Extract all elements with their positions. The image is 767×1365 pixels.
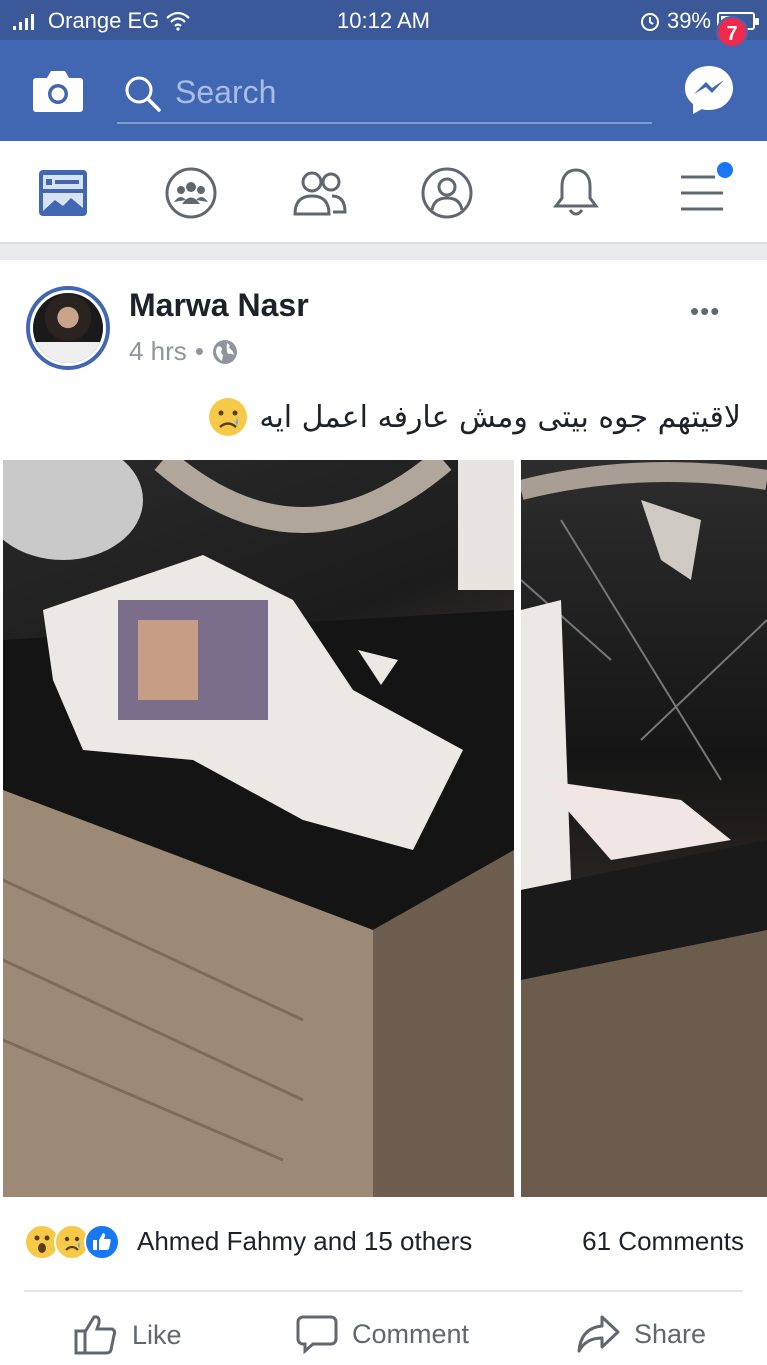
post-photo-1[interactable] — [3, 460, 514, 1197]
tab-notifications[interactable] — [546, 163, 606, 223]
camera-button[interactable] — [32, 66, 84, 114]
globe-icon — [212, 339, 237, 364]
tab-profile[interactable] — [417, 163, 477, 223]
profile-icon — [421, 167, 473, 219]
messenger-button[interactable] — [681, 62, 737, 118]
nav-tab-bar — [0, 141, 767, 244]
sad-tear-emoji — [209, 398, 248, 436]
search-bar[interactable]: Search — [117, 68, 652, 124]
camera-icon — [33, 71, 83, 112]
photo-2-image — [521, 462, 767, 1197]
search-placeholder: Search — [175, 74, 277, 110]
tab-news-feed[interactable] — [33, 163, 93, 223]
battery-percent: 39% — [666, 8, 711, 33]
like-outline-icon — [74, 1315, 117, 1355]
comment-label: Comment — [352, 1318, 470, 1349]
like-label: Like — [132, 1319, 182, 1350]
share-label: Share — [634, 1318, 707, 1349]
comment-button[interactable]: Comment — [296, 1314, 469, 1354]
reaction-names[interactable]: Ahmed Fahmy and 15 others — [137, 1226, 472, 1257]
menu-icon — [681, 175, 723, 211]
news-feed-icon — [39, 170, 87, 216]
reaction-icons — [24, 1224, 120, 1260]
post-photo-2[interactable] — [521, 460, 767, 1197]
post-time[interactable]: 4 hrs — [129, 336, 187, 367]
feed-separator — [0, 244, 767, 260]
post-caption: لاقيتهم جوه بيتى ومش عارفه اعمل ايه — [26, 396, 741, 438]
like-icon — [84, 1224, 120, 1260]
comments-count[interactable]: 61 Comments — [582, 1226, 744, 1257]
share-icon — [577, 1315, 620, 1353]
friends-icon — [293, 171, 347, 216]
share-button[interactable]: Share — [576, 1314, 706, 1354]
comment-icon — [296, 1315, 338, 1354]
groups-icon — [165, 167, 217, 219]
author-name[interactable]: Marwa Nasr — [129, 287, 309, 324]
author-avatar[interactable] — [26, 286, 110, 370]
actions-divider — [24, 1290, 743, 1292]
post-meta: 4 hrs • — [129, 336, 238, 367]
top-header: Search — [0, 40, 767, 141]
status-bar: Orange EG 10:12 AM 39% — [0, 0, 767, 40]
meta-separator: • — [194, 336, 204, 366]
messenger-badge: 7 — [716, 16, 748, 48]
post-options-button[interactable]: ••• — [690, 296, 720, 327]
tab-friends[interactable] — [290, 163, 350, 223]
tab-groups[interactable] — [161, 163, 221, 223]
like-button[interactable]: Like — [74, 1314, 182, 1356]
search-icon — [125, 76, 161, 112]
feed-post: Marwa Nasr 4 hrs • ••• لاقيتهم جوه بيتى … — [0, 260, 767, 1365]
alarm-icon — [640, 13, 659, 31]
post-actions: Like Comment Share — [0, 1300, 767, 1365]
caption-text: لاقيتهم جوه بيتى ومش عارفه اعمل ايه — [259, 399, 741, 435]
photo-1-image — [3, 460, 514, 1197]
menu-notification-dot — [717, 162, 733, 178]
bell-icon — [553, 168, 599, 216]
post-photos — [3, 460, 767, 1197]
messenger-icon — [685, 66, 733, 114]
reactions-summary[interactable]: Ahmed Fahmy and 15 others 61 Comments — [24, 1222, 744, 1266]
